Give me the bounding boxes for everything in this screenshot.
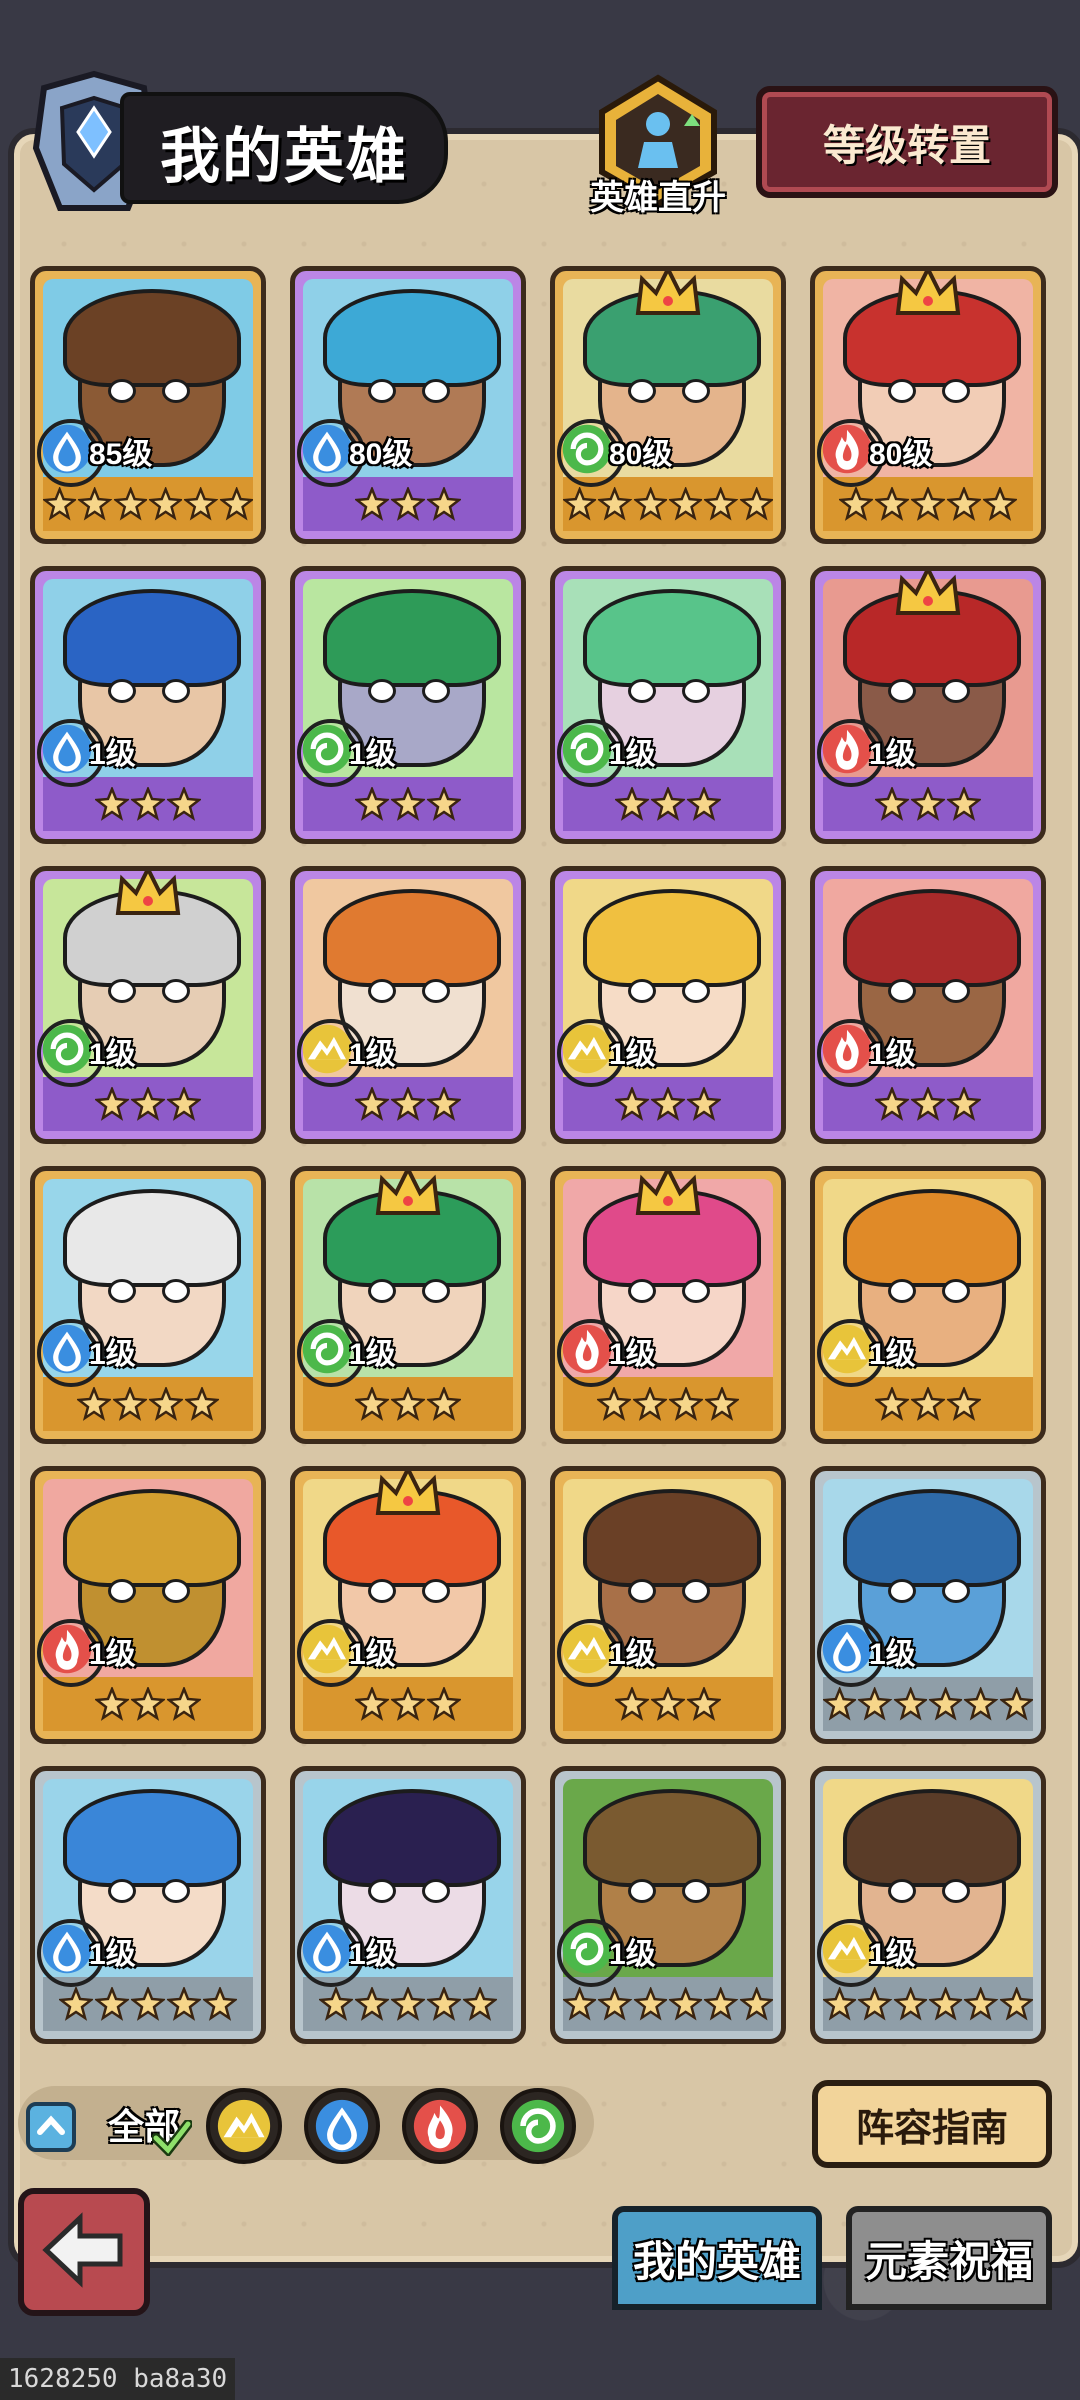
filter-fire-button[interactable]	[402, 2088, 478, 2164]
hero-level: 1级	[349, 1038, 396, 1071]
hero-card[interactable]: 1级	[290, 566, 526, 844]
hero-card[interactable]: 1级	[30, 1466, 266, 1744]
wind-element-icon	[510, 2098, 566, 2159]
hero-card[interactable]: 1级	[810, 1766, 1046, 2044]
tab-element-blessing[interactable]: 元素祝福	[846, 2206, 1052, 2310]
page-title: 我的英雄	[160, 123, 408, 190]
debug-label: 1628250 ba8a30	[0, 2358, 236, 2400]
hero-direct-upgrade-label[interactable]: 英雄直升	[582, 170, 734, 219]
hero-card[interactable]: 1级	[290, 1466, 526, 1744]
crown-icon	[114, 871, 182, 917]
hero-level: 1级	[869, 1638, 916, 1671]
hero-level: 1级	[609, 1038, 656, 1071]
crown-icon	[374, 1471, 442, 1517]
hero-level: 1级	[349, 738, 396, 771]
hero-level: 1级	[89, 1938, 136, 1971]
crown-icon	[634, 271, 702, 317]
hero-card[interactable]: 1级	[550, 866, 786, 1144]
hero-card[interactable]: 1级	[550, 566, 786, 844]
hero-level: 80级	[349, 438, 413, 471]
hero-level: 85级	[89, 438, 153, 471]
hero-card[interactable]: 1级	[30, 1766, 266, 2044]
water-element-icon	[314, 2098, 370, 2159]
filter-wind-button[interactable]	[500, 2088, 576, 2164]
hero-card[interactable]: 1级	[810, 866, 1046, 1144]
hero-card[interactable]: 1级	[30, 566, 266, 844]
filter-water-button[interactable]	[304, 2088, 380, 2164]
crown-icon	[634, 1171, 702, 1217]
hero-card[interactable]: 1级	[550, 1766, 786, 2044]
hero-level: 1级	[349, 1938, 396, 1971]
level-transfer-button[interactable]: 等级转置	[756, 86, 1058, 198]
checkmark-icon	[152, 2120, 192, 2156]
hero-card[interactable]: 80级	[810, 266, 1046, 544]
collapse-filter-button[interactable]	[26, 2102, 76, 2152]
hero-card[interactable]: 1级	[810, 1166, 1046, 1444]
back-arrow-icon	[42, 2212, 123, 2288]
hero-level: 1级	[869, 1038, 916, 1071]
lineup-guide-button[interactable]: 阵容指南	[812, 2080, 1052, 2168]
crown-icon	[894, 571, 962, 617]
hero-card[interactable]: 1级	[550, 1166, 786, 1444]
hero-level: 80级	[869, 438, 933, 471]
chevron-up-icon	[37, 2115, 65, 2135]
filter-earth-button[interactable]	[206, 2088, 282, 2164]
earth-element-icon	[216, 2098, 272, 2159]
hero-card[interactable]: 1级	[30, 1166, 266, 1444]
hero-level: 1级	[869, 1938, 916, 1971]
hero-level: 1级	[609, 738, 656, 771]
back-button[interactable]	[18, 2188, 150, 2316]
hero-card[interactable]: 1级	[290, 866, 526, 1144]
hero-card[interactable]: 85级	[30, 266, 266, 544]
hero-card[interactable]: 1级	[30, 866, 266, 1144]
tab-my-heroes[interactable]: 我的英雄	[612, 2206, 822, 2310]
hero-card[interactable]: 80级	[550, 266, 786, 544]
hero-card[interactable]: 1级	[290, 1166, 526, 1444]
hero-level: 1级	[89, 738, 136, 771]
hero-level: 80级	[609, 438, 673, 471]
hero-level: 1级	[869, 1338, 916, 1371]
fire-element-icon	[412, 2098, 468, 2159]
hero-level: 1级	[89, 1638, 136, 1671]
hero-level: 1级	[609, 1638, 656, 1671]
hero-level: 1级	[89, 1038, 136, 1071]
crown-icon	[894, 271, 962, 317]
hero-level: 1级	[609, 1338, 656, 1371]
crown-icon	[374, 1171, 442, 1217]
hero-card[interactable]: 1级	[550, 1466, 786, 1744]
hero-level: 1级	[349, 1338, 396, 1371]
hero-level: 1级	[89, 1338, 136, 1371]
hero-level: 1级	[869, 738, 916, 771]
hero-card[interactable]: 1级	[810, 1466, 1046, 1744]
hero-card[interactable]: 1级	[290, 1766, 526, 2044]
hero-card[interactable]: 80级	[290, 266, 526, 544]
hero-level: 1级	[349, 1638, 396, 1671]
hero-level: 1级	[609, 1938, 656, 1971]
hero-card[interactable]: 1级	[810, 566, 1046, 844]
